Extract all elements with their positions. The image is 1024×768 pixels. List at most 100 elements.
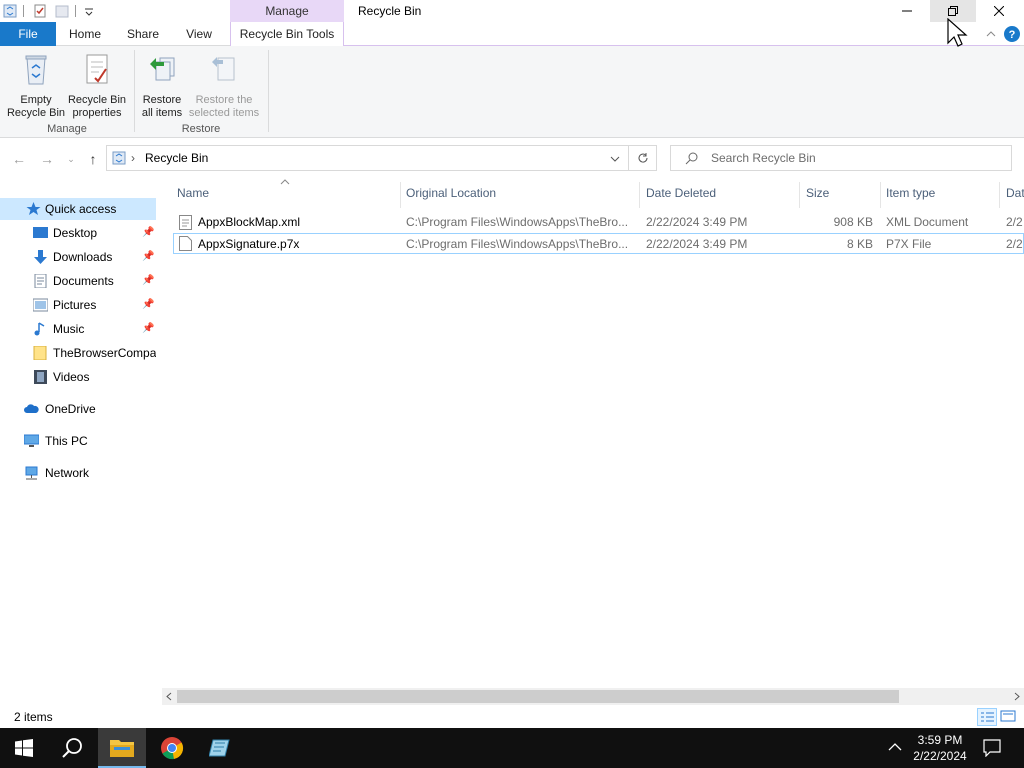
properties-icon[interactable] bbox=[33, 4, 47, 18]
search-icon bbox=[685, 152, 698, 165]
pin-icon[interactable]: 📌 bbox=[142, 270, 154, 292]
new-folder-icon[interactable] bbox=[55, 4, 69, 18]
sidebar-item-quick-access[interactable]: Quick access bbox=[0, 198, 156, 220]
tab-view[interactable]: View bbox=[174, 22, 224, 46]
pin-icon[interactable]: 📌 bbox=[142, 222, 154, 244]
pin-icon[interactable]: 📌 bbox=[142, 246, 154, 268]
column-header-size[interactable]: Size bbox=[806, 186, 829, 202]
clock-date: 2/22/2024 bbox=[913, 749, 967, 763]
window-title: Recycle Bin bbox=[358, 4, 422, 18]
minimize-button[interactable] bbox=[884, 0, 930, 22]
search-input[interactable]: Search Recycle Bin bbox=[670, 145, 1012, 171]
recycle-bin-small-icon[interactable] bbox=[3, 4, 17, 18]
table-row[interactable]: AppxSignature.p7x C:\Program Files\Windo… bbox=[173, 233, 1024, 254]
large-icons-view-button[interactable] bbox=[999, 708, 1019, 726]
file-type: P7X File bbox=[886, 237, 932, 251]
action-center-notification-icon[interactable] bbox=[983, 739, 1001, 757]
onedrive-cloud-icon bbox=[24, 404, 39, 413]
app-icon bbox=[209, 739, 230, 757]
column-divider[interactable] bbox=[400, 182, 401, 208]
help-icon[interactable]: ? bbox=[1004, 26, 1020, 42]
chrome-taskbar-button[interactable] bbox=[148, 728, 196, 768]
pictures-icon bbox=[33, 298, 48, 312]
start-button[interactable] bbox=[0, 728, 48, 768]
star-icon bbox=[26, 202, 41, 215]
details-view-button[interactable] bbox=[977, 708, 997, 726]
show-hidden-icons-chevron-up-icon[interactable] bbox=[888, 742, 902, 752]
column-divider[interactable] bbox=[999, 182, 1000, 208]
folder-icon bbox=[33, 346, 47, 360]
close-button[interactable] bbox=[976, 0, 1022, 22]
tab-share[interactable]: Share bbox=[116, 22, 170, 46]
forward-arrow-icon[interactable]: → bbox=[38, 150, 56, 168]
customize-qat-chevron-down-icon[interactable] bbox=[82, 4, 96, 18]
app-taskbar-button[interactable] bbox=[196, 728, 244, 768]
tab-file[interactable]: File bbox=[0, 22, 56, 46]
recent-locations-chevron-icon[interactable]: ⌄ bbox=[62, 150, 80, 168]
sidebar-item-thebrowsercompany[interactable]: TheBrowserCompar bbox=[0, 342, 156, 364]
address-dropdown-chevron-down-icon[interactable] bbox=[610, 155, 620, 163]
column-header-original-location[interactable]: Original Location bbox=[406, 186, 496, 202]
sidebar-item-music[interactable]: Music 📌 bbox=[0, 318, 156, 340]
sidebar-item-network[interactable]: Network bbox=[0, 462, 156, 484]
sidebar-item-pictures[interactable]: Pictures 📌 bbox=[0, 294, 156, 316]
file-original-location: C:\Program Files\WindowsApps\TheBro... bbox=[406, 215, 629, 229]
restore-all-icon bbox=[150, 57, 175, 81]
tab-recycle-bin-tools[interactable]: Recycle Bin Tools bbox=[230, 22, 344, 47]
up-arrow-icon[interactable]: ↑ bbox=[84, 150, 102, 168]
file-explorer-taskbar-button[interactable] bbox=[98, 728, 146, 768]
table-row[interactable]: AppxBlockMap.xml C:\Program Files\Window… bbox=[173, 212, 1024, 233]
column-header-date-modified[interactable]: Dat bbox=[1006, 186, 1024, 202]
breadcrumb-chevron-icon[interactable]: › bbox=[131, 146, 135, 170]
search-taskbar-button[interactable] bbox=[48, 728, 96, 768]
sidebar-item-this-pc[interactable]: This PC bbox=[0, 430, 156, 452]
column-divider[interactable] bbox=[880, 182, 881, 208]
file-size: 908 KB bbox=[833, 215, 873, 229]
empty-recycle-bin-button[interactable]: Empty Recycle Bin bbox=[6, 52, 66, 120]
back-arrow-icon[interactable]: ← bbox=[10, 150, 28, 168]
scroll-left-arrow-icon[interactable] bbox=[165, 692, 173, 701]
sidebar-item-videos[interactable]: Videos bbox=[0, 366, 156, 388]
column-header-date-deleted[interactable]: Date Deleted bbox=[646, 186, 716, 202]
sidebar-item-onedrive[interactable]: OneDrive bbox=[0, 398, 156, 420]
large-icons-view-icon bbox=[1000, 710, 1016, 722]
column-divider[interactable] bbox=[639, 182, 640, 208]
sidebar-item-label: TheBrowserCompar bbox=[53, 346, 156, 360]
recycle-bin-properties-button[interactable]: Recycle Bin properties bbox=[66, 52, 128, 120]
restore-all-items-button[interactable]: Restore all items bbox=[138, 52, 186, 120]
scroll-right-arrow-icon[interactable] bbox=[1013, 692, 1021, 701]
pin-icon[interactable]: 📌 bbox=[142, 294, 154, 316]
ribbon-tabs: File Home Share View Recycle Bin Tools ? bbox=[0, 22, 1024, 47]
column-divider[interactable] bbox=[799, 182, 800, 208]
sidebar-item-desktop[interactable]: Desktop 📌 bbox=[0, 222, 156, 244]
properties-icon bbox=[86, 54, 108, 84]
minimize-ribbon-chevron-up-icon[interactable] bbox=[986, 29, 996, 39]
breadcrumb-location[interactable]: Recycle Bin bbox=[145, 146, 208, 170]
taskbar-clock[interactable]: 3:59 PM 2/22/2024 bbox=[912, 732, 968, 764]
file-date-deleted: 2/22/2024 3:49 PM bbox=[646, 237, 748, 251]
pin-icon[interactable]: 📌 bbox=[142, 318, 154, 340]
restore-selected-items-button[interactable]: Restore the selected items bbox=[186, 52, 262, 120]
address-bar[interactable]: › Recycle Bin bbox=[106, 145, 629, 171]
computer-icon bbox=[24, 434, 39, 447]
downloads-icon bbox=[34, 250, 47, 264]
horizontal-scrollbar[interactable] bbox=[162, 688, 1024, 705]
refresh-icon bbox=[638, 153, 648, 163]
music-icon bbox=[34, 322, 45, 336]
search-placeholder: Search Recycle Bin bbox=[711, 151, 816, 165]
file-date-modified: 2/2 bbox=[1006, 215, 1023, 229]
column-header-name[interactable]: Name bbox=[177, 186, 209, 202]
recycle-bin-properties-label: Recycle Bin properties bbox=[67, 94, 127, 119]
empty-recycle-bin-icon bbox=[25, 55, 47, 85]
column-header-item-type[interactable]: Item type bbox=[886, 186, 935, 202]
sidebar-item-documents[interactable]: Documents 📌 bbox=[0, 270, 156, 292]
sidebar-item-label: Documents bbox=[53, 274, 114, 288]
file-list: Name Original Location Date Deleted Size… bbox=[162, 178, 1024, 688]
sidebar-item-downloads[interactable]: Downloads 📌 bbox=[0, 246, 156, 268]
refresh-button[interactable] bbox=[629, 145, 657, 171]
recycle-bin-small-icon bbox=[112, 151, 126, 165]
scrollbar-thumb[interactable] bbox=[177, 690, 899, 703]
sidebar-item-label: Network bbox=[45, 466, 90, 480]
file-original-location: C:\Program Files\WindowsApps\TheBro... bbox=[406, 237, 629, 251]
tab-home[interactable]: Home bbox=[58, 22, 112, 46]
